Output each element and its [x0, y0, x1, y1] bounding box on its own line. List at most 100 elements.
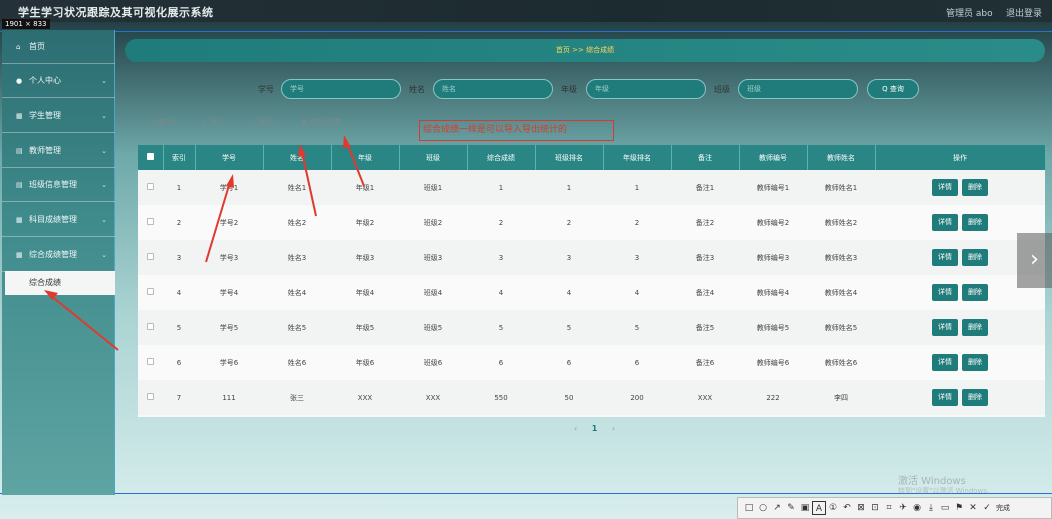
- row-checkbox[interactable]: [147, 183, 154, 190]
- column-header: 年级: [331, 145, 400, 170]
- table-cell: 1: [498, 183, 504, 192]
- sidebar-subitem-composite-score[interactable]: 综合成绩: [5, 271, 115, 295]
- snip-tool-icon[interactable]: □: [742, 501, 756, 515]
- select-all-checkbox-cell: [138, 145, 164, 170]
- detail-button[interactable]: 详情: [932, 284, 958, 301]
- class-input[interactable]: [738, 79, 858, 99]
- column-header: 综合成绩: [467, 145, 536, 170]
- sidebar-item-6[interactable]: ▦ 综合成绩管理 ⌄: [2, 238, 115, 272]
- table-cell: 学号6: [219, 358, 239, 367]
- row-checkbox[interactable]: [147, 393, 154, 400]
- sidebar-item-label: 班级信息管理: [29, 180, 77, 189]
- snip-tool-icon[interactable]: ✓: [980, 501, 994, 515]
- snip-tool-icon[interactable]: ↗: [770, 501, 784, 515]
- row-checkbox-cell: [138, 170, 163, 205]
- snip-tool-icon[interactable]: ✕: [966, 501, 980, 515]
- snip-tool-icon[interactable]: ◉: [910, 501, 924, 515]
- table-cell: 班级3: [423, 253, 443, 262]
- column-header: 教师姓名: [807, 145, 876, 170]
- row-delete-button[interactable]: 删除: [962, 284, 988, 301]
- table-cell: 4: [498, 288, 504, 297]
- dimension-badge: 1901 × 833: [2, 19, 50, 29]
- prev-page-button[interactable]: ‹: [574, 424, 577, 433]
- snip-tool-icon[interactable]: ○: [756, 501, 770, 515]
- row-checkbox[interactable]: [147, 358, 154, 365]
- sidebar-item-0[interactable]: ⌂ 首页: [2, 30, 115, 64]
- snip-tool-icon[interactable]: ⌗: [882, 501, 896, 515]
- table-cell: 年级5: [355, 323, 375, 332]
- query-button[interactable]: Q 查询: [867, 79, 919, 99]
- snip-tool-icon[interactable]: ▭: [938, 501, 952, 515]
- import-button[interactable]: + 导入: [201, 117, 226, 128]
- detail-button[interactable]: 详情: [932, 179, 958, 196]
- snip-tool-icon[interactable]: ✈: [896, 501, 910, 515]
- row-delete-button[interactable]: 删除: [962, 389, 988, 406]
- sidebar-item-3[interactable]: ▤ 教师管理 ⌄: [2, 134, 115, 168]
- table-cell: 2: [566, 218, 572, 227]
- snip-tool-icon[interactable]: ⊡: [868, 501, 882, 515]
- snip-tool-icon[interactable]: ⤓: [924, 501, 938, 515]
- student-id-input[interactable]: [281, 79, 401, 99]
- row-delete-button[interactable]: 删除: [962, 249, 988, 266]
- table-cell: 备注1: [695, 183, 715, 192]
- snip-tool-icon[interactable]: ①: [826, 501, 840, 515]
- snip-tool-icon[interactable]: A: [812, 501, 826, 515]
- name-input[interactable]: [433, 79, 553, 99]
- snip-tool-icon[interactable]: ↶: [840, 501, 854, 515]
- export-button[interactable]: ⤓ 导出: [252, 117, 274, 128]
- snip-tool-icon[interactable]: ⊠: [854, 501, 868, 515]
- row-delete-button[interactable]: 删除: [962, 354, 988, 371]
- sidebar-item-5[interactable]: ▦ 科目成绩管理 ⌄: [2, 203, 115, 237]
- table-cell: XXX: [357, 393, 373, 402]
- snip-done-button[interactable]: 完成: [996, 503, 1010, 513]
- activation-watermark-sub: 转到"设置"以激活 Windows。: [898, 487, 994, 495]
- row-delete-button[interactable]: 删除: [962, 214, 988, 231]
- detail-button[interactable]: 详情: [932, 389, 958, 406]
- row-checkbox[interactable]: [147, 323, 154, 330]
- table-cell: 年级4: [355, 288, 375, 297]
- select-all-checkbox[interactable]: [146, 153, 154, 160]
- row-delete-button[interactable]: 删除: [962, 319, 988, 336]
- row-actions: 详情 删除: [875, 310, 1045, 345]
- detail-button[interactable]: 详情: [932, 319, 958, 336]
- table-cell: 姓名6: [287, 358, 307, 367]
- activation-watermark: 激活 Windows: [898, 476, 966, 487]
- column-header: 班级排名: [535, 145, 604, 170]
- grade-input[interactable]: [586, 79, 706, 99]
- table-cell: 2: [498, 218, 504, 227]
- detail-button[interactable]: 详情: [932, 354, 958, 371]
- delete-button[interactable]: ⊡ 删除: [149, 117, 174, 128]
- next-slide-arrow-icon[interactable]: ›: [1017, 233, 1052, 288]
- table-cell: 教师姓名6: [824, 358, 858, 367]
- detail-button[interactable]: 详情: [932, 214, 958, 231]
- doc-icon: ▤: [16, 181, 23, 189]
- table-cell: 教师姓名4: [824, 288, 858, 297]
- sidebar-item-label: 科目成绩管理: [29, 215, 77, 224]
- next-page-button[interactable]: ›: [612, 424, 615, 433]
- grid-icon: ▦: [16, 216, 23, 224]
- row-checkbox[interactable]: [147, 288, 154, 295]
- logout-link[interactable]: 退出登录: [1006, 6, 1042, 19]
- row-checkbox[interactable]: [147, 218, 154, 225]
- table-cell: 姓名5: [287, 323, 307, 332]
- table-cell: 姓名3: [287, 253, 307, 262]
- annotation-box: 综合成绩一样是可以导入导出统计的: [419, 120, 614, 141]
- table-cell: 1: [634, 183, 640, 192]
- row-checkbox[interactable]: [147, 253, 154, 260]
- sidebar-item-4[interactable]: ▤ 班级信息管理 ⌄: [2, 168, 115, 202]
- table-cell: 班级1: [423, 183, 443, 192]
- row-checkbox-cell: [138, 205, 163, 240]
- detail-button[interactable]: 详情: [932, 249, 958, 266]
- snip-tool-icon[interactable]: ✎: [784, 501, 798, 515]
- table-cell: 教师姓名2: [824, 218, 858, 227]
- current-page[interactable]: 1: [592, 424, 598, 433]
- name-label: 姓名: [409, 85, 425, 94]
- sidebar-item-2[interactable]: ▦ 学生管理 ⌄: [2, 99, 115, 133]
- table-cell: 年级1: [355, 183, 375, 192]
- row-delete-button[interactable]: 删除: [962, 179, 988, 196]
- table-cell: 备注2: [695, 218, 715, 227]
- snip-tool-icon[interactable]: ▣: [798, 501, 812, 515]
- table-cell: 3: [176, 253, 182, 262]
- snip-tool-icon[interactable]: ⚑: [952, 501, 966, 515]
- stats-report-button[interactable]: ▮ 统计报表: [302, 117, 341, 128]
